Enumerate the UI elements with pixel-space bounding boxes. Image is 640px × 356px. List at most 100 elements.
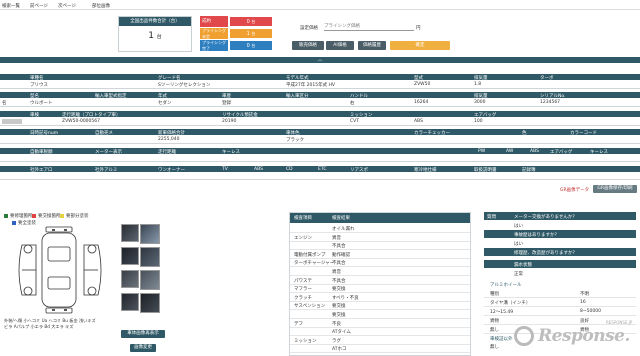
spec-h3-2: リサイクル預託金 [222, 112, 258, 118]
spec-h5-3: キーレス [222, 149, 240, 155]
divider [0, 88, 640, 89]
car-photo-thumbnail[interactable] [121, 247, 139, 265]
condition-row: ATタイム [290, 328, 470, 337]
total-count-card: 全国出品件数合計（台） 1 台 [118, 16, 192, 52]
q3-text: 修理歴、改造歴がありますか？ [514, 250, 577, 256]
spec-row-2: 名 ウルボート セダン 登録 右 16264 3000 1234567 [0, 99, 640, 106]
spec-h2-7: シリアルNo. [540, 93, 566, 99]
car-photo-thumbnail[interactable] [121, 293, 139, 311]
spec-r4-2: 2255,040 [158, 137, 180, 142]
q2-row: 事故歴はありますか？ [484, 230, 636, 238]
divider [0, 143, 640, 144]
spec-h4-3: 車体色 [286, 130, 300, 136]
spec-row-3: ZVW50-0000567 20190 CVT ABS 100 [0, 118, 640, 125]
ai-price-button[interactable]: AI価格 [326, 41, 354, 50]
condition-row: ターボチャージャー 不具合 [290, 259, 470, 268]
status-done-label: プライシング完了 [200, 40, 228, 51]
gr-image-data-link[interactable]: GR画像データ [560, 187, 589, 193]
spec-r3-4: ABS [414, 119, 423, 124]
spec-h4-1: 自動売メ [95, 130, 113, 136]
section2-title: アルミホイール [490, 283, 522, 288]
confirm-button[interactable]: 確定 [390, 41, 450, 50]
wheel-row-label: タイヤ溝（インチ） [490, 301, 531, 306]
spec-h4-0: 日時記号num [30, 130, 59, 136]
q4-text: 漏水状態 [514, 262, 532, 268]
sales-price-button[interactable]: 販売価格 [292, 41, 324, 50]
spec-h5-6: ABS [530, 148, 539, 154]
legend-partial-paint: 要部分塗装 [66, 214, 89, 219]
spec-h5-7: エアバッグ [550, 149, 573, 155]
condition-row: ミッション ラグ [290, 337, 470, 345]
price-history-button[interactable]: 価格履歴 [358, 41, 386, 50]
spec-h5-5: AW [506, 148, 514, 154]
spec-h4-2: 新車価格合計 [158, 130, 185, 136]
status-pricing-pending: プライシング未定 1 台 [200, 28, 272, 39]
car-photo-thumbnail[interactable] [121, 270, 139, 288]
q2-text: 事故歴はありますか？ [514, 232, 559, 238]
spec-r3-3: CVT [350, 119, 359, 124]
nav-part-images[interactable]: 部位画像 [92, 3, 110, 9]
condition-result: ラグ [332, 338, 341, 344]
spec-r3-2: 20190 [222, 119, 237, 124]
spec-h6-7: リアスポ [350, 167, 368, 173]
wheel-row-label: 異物 [490, 319, 499, 324]
price-unit: 円 [416, 26, 421, 31]
spec-h2-4: 輸入車区分 [286, 93, 309, 99]
condition-result: ATタイム [332, 330, 351, 336]
a2-text: はい [514, 242, 523, 247]
condition-item: マフラー [294, 287, 312, 293]
change-photo-button[interactable]: 画像変更 [130, 344, 156, 352]
total-count-value: 1 [148, 31, 154, 41]
a4-text: 正常 [514, 272, 523, 277]
spec-h4-5: 色 [522, 130, 527, 136]
spec-h1-turbo: ターボ [540, 75, 554, 81]
gr-image-save-button[interactable]: GR画像保存/印刷 [593, 185, 637, 193]
condition-item: デフ [294, 321, 303, 327]
price-label: 設定価格 [300, 26, 318, 31]
spec-h6-3: TV [222, 166, 228, 172]
condition-row: エンジン 異音 [290, 234, 470, 242]
condition-result: 不具合 [332, 261, 346, 267]
car-photo-large[interactable] [140, 270, 160, 290]
status-pricing-done: プライシング完了 0 台 [200, 40, 272, 51]
spec-h5-8: キーレス [590, 149, 608, 155]
legend-swatch-replace [32, 214, 36, 218]
redisplay-photos-button[interactable]: 車体画像再表示 [121, 330, 165, 338]
collapse-bar[interactable]: ︿ [0, 57, 640, 63]
nav-search-list[interactable]: 検索一覧 [2, 3, 20, 9]
car-photo-large[interactable] [140, 293, 160, 313]
condition-row: 異音 [290, 268, 470, 276]
q3-row: 修理歴、改造歴がありますか？ [484, 248, 636, 256]
nav-next-page[interactable]: 次ページ [58, 3, 76, 9]
condition-item: エンジン [294, 235, 312, 241]
spec-h1-model: 車種名 [30, 75, 44, 81]
condition-result: 不良 [332, 321, 341, 327]
status-pending-value: 1 [246, 31, 250, 37]
wheel-row-label: 種別 [490, 292, 499, 297]
spec-header-6: 社外エアロ 社外アルミ ワンオーナー TV ABS CD ETC リアスポ 寒冷… [0, 166, 640, 173]
wheel-row: 種別 不明 [484, 290, 636, 298]
spec-r3-1: ZVW50-0000567 [62, 119, 101, 124]
condition-row: 要交換 [290, 311, 470, 319]
spec-h6-1: 社外アルミ [95, 167, 118, 173]
q1-text: メーター交換がありませんか？ [514, 214, 577, 220]
price-placeholder: プライシング価格 [324, 24, 360, 29]
car-photo-thumbnail[interactable] [121, 224, 139, 242]
photo-main-grid [140, 224, 166, 314]
spec-header-5: 自動車税額 メーター表示 走行距離 キーレス PW AW ABS エアバッグ キ… [0, 148, 640, 155]
watermark-text: Response. [538, 326, 630, 346]
divider [0, 161, 640, 162]
divider [0, 125, 640, 126]
status-pending-unit: 台 [251, 31, 256, 36]
condition-result: 動作確認 [332, 252, 350, 258]
car-photo-large[interactable] [140, 224, 160, 244]
nav-prev-page[interactable]: 前ページ [30, 3, 48, 9]
car-photo-large[interactable] [140, 247, 160, 267]
legend-swatch-repair [4, 214, 8, 218]
condition-result: 要交換 [332, 313, 346, 318]
condition-item: サスペンション [294, 304, 326, 310]
condition-item: ミッション [294, 338, 317, 344]
price-input[interactable]: プライシング価格 [324, 23, 414, 31]
car-damage-diagram[interactable] [8, 225, 112, 315]
watermark-subtext: RESPONSE.JP [606, 320, 633, 325]
